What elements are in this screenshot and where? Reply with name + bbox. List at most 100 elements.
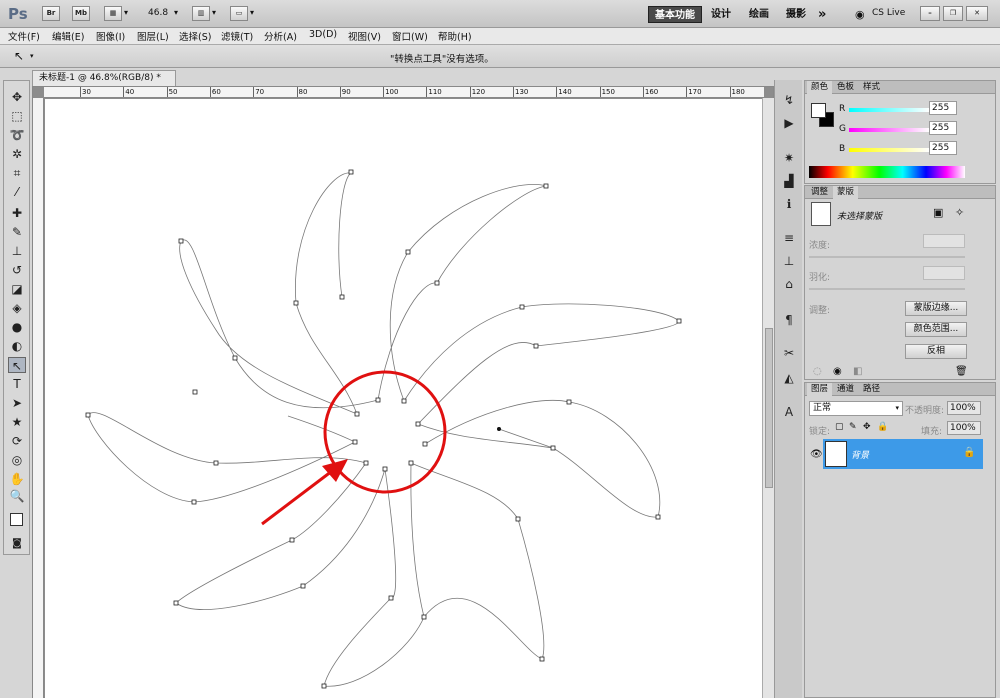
tab-paths[interactable]: 路径 xyxy=(859,383,884,395)
tool-preset-chevron-icon[interactable]: ▾ xyxy=(30,52,34,60)
path-selection-icon[interactable]: ➤ xyxy=(8,395,26,411)
quick-mask-icon[interactable]: ◙ xyxy=(8,536,26,552)
zoom-chevron-icon[interactable]: ▾ xyxy=(174,8,178,17)
red-slider[interactable] xyxy=(849,108,929,112)
zoom-level[interactable]: 46.8 xyxy=(148,8,168,18)
opacity-value[interactable]: 100% xyxy=(947,401,981,415)
bridge-button[interactable]: Br xyxy=(42,6,60,21)
tab-adjustments[interactable]: 调整 xyxy=(807,186,832,198)
tab-layers[interactable]: 图层 xyxy=(807,383,833,396)
zoom-tool-icon[interactable]: 🔍 xyxy=(8,488,26,504)
actions-icon[interactable]: ▶ xyxy=(780,115,798,131)
eyedropper-tool-icon[interactable]: ⁄ xyxy=(8,184,26,200)
view-extras-button[interactable]: ▦ xyxy=(104,6,122,21)
convert-point-tool-icon[interactable]: ↖ xyxy=(8,357,26,373)
menu-view[interactable]: 视图(V) xyxy=(348,29,381,43)
tab-color[interactable]: 颜色 xyxy=(807,81,833,94)
lock-position-icon[interactable]: ✥ xyxy=(863,422,871,432)
menu-filter[interactable]: 滤镜(T) xyxy=(221,29,253,43)
paragraph-icon[interactable]: ¶ xyxy=(780,312,798,328)
menu-layer[interactable]: 图层(L) xyxy=(137,29,169,43)
workspace-painting[interactable]: 绘画 xyxy=(743,6,775,23)
menu-image[interactable]: 图像(I) xyxy=(96,29,125,43)
pixel-mask-icon[interactable]: ▣ xyxy=(933,206,943,219)
brush-tool-icon[interactable]: ✎ xyxy=(8,224,26,240)
minimize-button[interactable]: – xyxy=(920,6,940,21)
shape-tool-icon[interactable]: ★ xyxy=(8,414,26,430)
history-icon[interactable]: ↯ xyxy=(780,92,798,108)
lock-transparent-icon[interactable]: ▢ xyxy=(835,422,844,432)
invert-button[interactable]: 反相 xyxy=(905,344,967,359)
menu-file[interactable]: 文件(F) xyxy=(8,29,40,43)
marquee-tool-icon[interactable]: ⬚ xyxy=(8,108,26,124)
feather-field[interactable] xyxy=(923,266,965,280)
vector-mask-icon[interactable]: ✧ xyxy=(955,206,964,219)
density-field[interactable] xyxy=(923,234,965,248)
layer-name[interactable]: 背景 xyxy=(851,448,869,461)
density-slider[interactable] xyxy=(809,256,965,258)
screen-mode-button[interactable]: ▭ xyxy=(230,6,248,21)
mini-bridge-button[interactable]: Mb xyxy=(72,6,90,21)
dodge-tool-icon[interactable]: ◐ xyxy=(8,338,26,354)
3d-orbit-icon[interactable]: ◎ xyxy=(8,452,26,468)
canvas[interactable] xyxy=(45,99,762,698)
color-range-button[interactable]: 颜色范围... xyxy=(905,322,967,337)
lock-all-icon[interactable]: 🔒 xyxy=(877,422,888,432)
green-slider[interactable] xyxy=(849,128,929,132)
green-value[interactable]: 255 xyxy=(929,121,957,135)
convert-point-tool-icon[interactable]: ↖ xyxy=(14,49,24,63)
red-value[interactable]: 255 xyxy=(929,101,957,115)
more-workspaces-icon[interactable]: » xyxy=(812,6,832,23)
close-button[interactable]: ✕ xyxy=(966,6,988,21)
blur-tool-icon[interactable]: ● xyxy=(8,319,26,335)
apply-mask-icon[interactable]: ◧ xyxy=(853,366,862,377)
cs-live-icon[interactable]: ◉ xyxy=(855,8,865,21)
path-artwork[interactable] xyxy=(45,99,762,698)
brushes-icon[interactable]: ≡ xyxy=(780,230,798,246)
feather-slider[interactable] xyxy=(809,288,965,290)
info-icon[interactable]: ℹ xyxy=(780,196,798,212)
chevron-down-icon[interactable]: ▾ xyxy=(124,8,128,17)
eraser-tool-icon[interactable]: ◪ xyxy=(8,281,26,297)
workspace-design[interactable]: 设计 xyxy=(705,6,737,23)
tool-presets-icon[interactable]: ⌂ xyxy=(780,276,798,292)
tab-masks[interactable]: 蒙版 xyxy=(833,186,859,199)
blue-value[interactable]: 255 xyxy=(929,141,957,155)
hand-tool-icon[interactable]: ✋ xyxy=(8,471,26,487)
mask-edge-button[interactable]: 蒙版边缘... xyxy=(905,301,967,316)
enable-mask-icon[interactable]: ◉ xyxy=(833,366,842,377)
vertical-scrollbar[interactable] xyxy=(762,98,774,698)
3d-icon[interactable]: ✂ xyxy=(780,345,798,361)
histogram-icon[interactable]: ▟ xyxy=(780,173,798,189)
fill-value[interactable]: 100% xyxy=(947,421,981,435)
restore-button[interactable]: ❐ xyxy=(943,6,963,21)
workspace-photography[interactable]: 摄影 xyxy=(780,6,812,23)
arrange-chevron-icon[interactable]: ▾ xyxy=(212,8,216,17)
visibility-eye-icon[interactable]: 👁 xyxy=(810,449,823,460)
document-tab[interactable]: 未标题-1 @ 46.8%(RGB/8) * ✕ xyxy=(32,70,176,98)
healing-brush-icon[interactable]: ✚ xyxy=(8,205,26,221)
type-tool-icon[interactable]: T xyxy=(8,376,26,392)
delete-mask-icon[interactable]: 🗑 xyxy=(955,366,968,377)
clone-source-icon[interactable]: ⊥ xyxy=(780,253,798,269)
tab-swatches[interactable]: 色板 xyxy=(833,81,858,93)
lasso-tool-icon[interactable]: ➰ xyxy=(8,127,26,143)
history-brush-icon[interactable]: ↺ xyxy=(8,262,26,278)
navigator-icon[interactable]: ✷ xyxy=(780,150,798,166)
blend-mode-select[interactable]: 正常 ▾ xyxy=(809,401,903,416)
scrollbar-thumb[interactable] xyxy=(765,328,773,488)
color-spectrum[interactable] xyxy=(809,166,965,178)
paint-bucket-icon[interactable]: ◈ xyxy=(8,300,26,316)
move-tool-icon[interactable]: ✥ xyxy=(8,89,26,105)
menu-select[interactable]: 选择(S) xyxy=(179,29,211,43)
3d-rotate-icon[interactable]: ⟳ xyxy=(8,433,26,449)
tab-channels[interactable]: 通道 xyxy=(833,383,858,395)
menu-window[interactable]: 窗口(W) xyxy=(392,29,428,43)
layer-comps-icon[interactable]: ◭ xyxy=(780,370,798,386)
cs-live-label[interactable]: CS Live xyxy=(872,8,905,18)
character-icon[interactable]: A xyxy=(780,404,798,420)
blue-slider[interactable] xyxy=(849,148,929,152)
workspace-essentials[interactable]: 基本功能 xyxy=(648,6,702,23)
menu-help[interactable]: 帮助(H) xyxy=(438,29,472,43)
crop-tool-icon[interactable]: ⌗ xyxy=(8,165,26,181)
